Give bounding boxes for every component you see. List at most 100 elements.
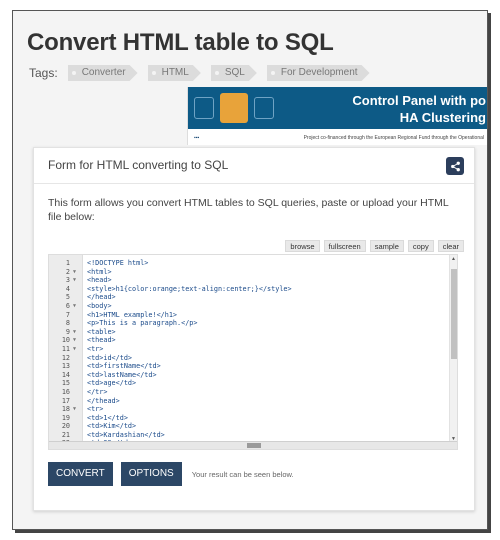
options-button[interactable]: OPTIONS — [120, 462, 182, 486]
page-title: Convert HTML table to SQL — [27, 29, 334, 56]
banner-footer-text: Project co-financed through the European… — [303, 135, 484, 141]
code-text: <tr> — [87, 344, 104, 353]
line-number: 6 — [65, 301, 70, 310]
control-panel-icon — [220, 93, 248, 123]
code-text: <td>age</td> — [87, 379, 137, 388]
cluster-icon — [254, 97, 274, 119]
line-number: 12 — [61, 353, 70, 362]
code-text: <td>id</td> — [87, 353, 133, 362]
code-text: <td>lastName</td> — [87, 370, 157, 379]
banner-line-2: HA Clustering — [399, 110, 486, 125]
line-number: 5 — [65, 293, 70, 302]
result-note: Your result can be seen below. — [191, 469, 294, 479]
code-line: 10 ▼ <thead> — [49, 336, 447, 345]
horizontal-scrollbar[interactable] — [49, 441, 457, 449]
line-number: 3 — [65, 276, 70, 285]
converter-card: Form for HTML converting to SQL This for… — [33, 147, 475, 511]
fullscreen-button[interactable]: fullscreen — [323, 240, 366, 252]
banner-icons — [194, 93, 274, 123]
line-number: 1 — [65, 259, 70, 267]
fold-marker-icon[interactable]: ▼ — [73, 328, 83, 337]
fold-marker-icon[interactable] — [73, 362, 83, 371]
line-number: 16 — [61, 387, 70, 396]
tag-sql[interactable]: SQL — [211, 65, 257, 81]
banner-text: Control Panel with po HA Clustering — [352, 92, 486, 126]
code-line: 20 <td>Kim</td> — [49, 422, 447, 431]
code-line: 16 </tr> — [49, 388, 447, 397]
fold-marker-icon[interactable] — [73, 397, 83, 406]
code-line: 11 ▼ <tr> — [49, 345, 447, 354]
fold-marker-icon[interactable] — [73, 414, 83, 423]
fold-marker-icon[interactable] — [73, 431, 83, 440]
code-line: 18 ▼ <tr> — [49, 405, 447, 414]
sample-button[interactable]: sample — [369, 240, 404, 252]
convert-button[interactable]: CONVERT — [48, 462, 113, 486]
code-text: </head> — [87, 293, 116, 302]
tags-label: Tags: — [29, 66, 58, 80]
form-description: This form allows you convert HTML tables… — [48, 197, 449, 223]
tag-converter[interactable]: Converter — [68, 65, 138, 81]
code-line: 1 <!DOCTYPE html> — [49, 259, 447, 268]
code-text: <thead> — [87, 336, 116, 345]
code-line: 9 ▼ <table> — [49, 328, 447, 337]
scroll-up-icon[interactable]: ▲ — [451, 256, 456, 262]
fold-marker-icon[interactable] — [73, 379, 83, 388]
editor-lines: 1 <!DOCTYPE html> 2 ▼ <html> 3 ▼ <head> 4 <style>… — [49, 259, 447, 448]
code-text: <td>firstName</td> — [87, 362, 161, 371]
code-text: <body> — [87, 301, 112, 310]
line-number: 8 — [65, 319, 70, 328]
fold-marker-icon[interactable] — [73, 388, 83, 397]
banner-footer: ▪▪▪ Project co-financed through the Euro… — [188, 131, 487, 145]
horizontal-scroll-thumb[interactable] — [247, 443, 261, 448]
copy-button[interactable]: copy — [407, 240, 434, 252]
code-line: 3 ▼ <head> — [49, 276, 447, 285]
tags-bar: Tags: Converter HTML SQL For Development — [29, 65, 370, 81]
fold-marker-icon[interactable]: ▼ — [73, 302, 83, 311]
fold-marker-icon[interactable] — [73, 259, 83, 268]
fold-marker-icon[interactable] — [73, 422, 83, 431]
fold-marker-icon[interactable] — [73, 354, 83, 363]
fold-marker-icon[interactable] — [73, 371, 83, 380]
fold-marker-icon[interactable] — [73, 285, 83, 294]
html-editor[interactable]: 1 <!DOCTYPE html> 2 ▼ <html> 3 ▼ <head> 4 <style>… — [48, 254, 458, 450]
ad-banner[interactable]: Control Panel with po HA Clustering ▪▪▪ … — [187, 87, 487, 145]
line-number: 9 — [65, 327, 70, 336]
code-text: <!DOCTYPE html> — [87, 259, 149, 267]
line-number: 11 — [61, 344, 70, 353]
code-text: </tr> — [87, 387, 108, 396]
line-number: 2 — [65, 267, 70, 276]
code-line: 8 <p>This is a paragraph.</p> — [49, 319, 447, 328]
fold-marker-icon[interactable]: ▼ — [73, 276, 83, 285]
fold-marker-icon[interactable]: ▼ — [73, 336, 83, 345]
fold-marker-icon[interactable]: ▼ — [73, 345, 83, 354]
code-text: </thead> — [87, 396, 120, 405]
tag-html[interactable]: HTML — [148, 65, 201, 81]
editor-toolbar: browse fullscreen sample copy clear — [285, 240, 464, 252]
fold-marker-icon[interactable] — [73, 311, 83, 320]
fold-marker-icon[interactable]: ▼ — [73, 268, 83, 277]
share-button[interactable] — [446, 157, 464, 175]
line-number: 13 — [61, 362, 70, 371]
fold-marker-icon[interactable]: ▼ — [73, 405, 83, 414]
banner-logo: ▪▪▪ — [194, 135, 200, 141]
code-text: <td>Kim</td> — [87, 422, 137, 431]
code-line: 19 <td>1</td> — [49, 414, 447, 423]
form-actions: CONVERT OPTIONS Your result can be seen … — [48, 462, 294, 486]
server-icon — [194, 97, 214, 119]
fold-marker-icon[interactable] — [73, 293, 83, 302]
fold-marker-icon[interactable] — [73, 319, 83, 328]
line-number: 18 — [61, 405, 70, 414]
browse-button[interactable]: browse — [285, 240, 320, 252]
code-text: <td>1</td> — [87, 413, 128, 422]
vertical-scroll-thumb[interactable] — [451, 269, 457, 359]
card-header: Form for HTML converting to SQL — [34, 148, 474, 184]
clear-button[interactable]: clear — [437, 240, 464, 252]
code-line: 14 <td>lastName</td> — [49, 371, 447, 380]
banner-main: Control Panel with po HA Clustering — [188, 87, 487, 129]
code-line: 4 <style>h1{color:orange;text-align:cente… — [49, 285, 447, 294]
code-line: 21 <td>Kardashian</td> — [49, 431, 447, 440]
vertical-scrollbar[interactable]: ▲ ▼ — [449, 255, 457, 443]
code-line: 5 </head> — [49, 293, 447, 302]
code-text: <td>Kardashian</td> — [87, 430, 165, 439]
tag-for-development[interactable]: For Development — [267, 65, 370, 81]
